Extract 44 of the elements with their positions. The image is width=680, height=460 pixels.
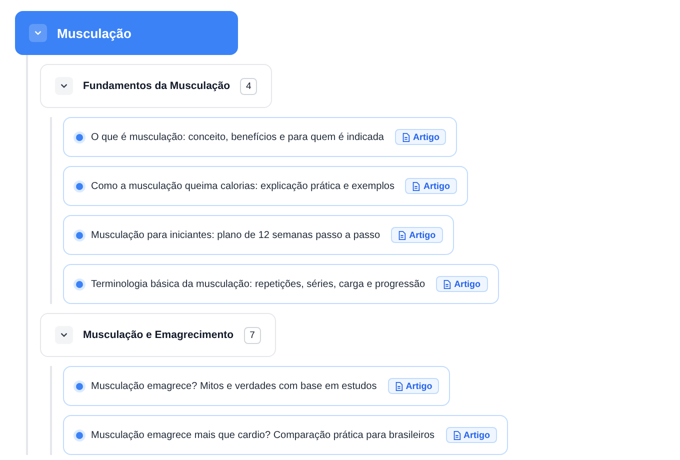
article-card[interactable]: Terminologia básica da musculação: repetições, séries, carga e progressão Artigo [63,264,499,304]
group-title: Fundamentos da Musculação [83,80,230,92]
count-badge: 7 [244,326,261,344]
article-tag: Artigo [391,227,443,243]
group-card[interactable]: Musculação e Emagrecimento 7 [40,313,276,357]
bullet-dot [76,134,83,140]
chevron-icon [60,82,68,90]
document-icon [412,182,420,190]
category-card[interactable]: Musculação [15,11,238,55]
article-card[interactable]: Musculação emagrece mais que cardio? Comparação prática para brasileiros Artigo [63,415,508,455]
count-badge: 4 [240,78,258,94]
category-title: Musculação [57,26,132,40]
article-tag: Artigo [446,427,498,443]
article-title: Musculação emagrece mais que cardio? Comparação prática para brasileiros [91,430,435,440]
article-tag: Artigo [394,129,446,145]
document-icon [443,280,452,288]
bullet-dot [76,432,83,438]
bullet-dot [76,232,83,238]
article-title: Musculação para iniciantes: plano de 12 semanas passo a passo [91,230,380,240]
toggle-button[interactable] [55,326,73,344]
article-card[interactable]: Musculação para iniciantes: plano de 12 semanas passo a passo Artigo [63,215,454,255]
bullet-dot [76,382,83,390]
bullet-dot [76,280,83,288]
document-icon [398,230,406,240]
article-tag: Artigo [436,276,488,292]
article-title: Como a musculação queima calorias: explicação prática e exemplos [91,180,394,192]
document-icon [402,132,410,142]
article-title: Musculação emagrece? Mitos e verdades com base em estudos [91,380,377,392]
article-card[interactable]: Como a musculação queima calorias: explicação prática e exemplos Artigo [63,166,468,206]
group-card[interactable]: Fundamentos da Musculação 4 [40,64,272,108]
chevron-icon [34,29,42,37]
document-icon [394,382,403,390]
article-card[interactable]: O que é musculação: conceito, benefícios e para quem é indicada Artigo [63,117,458,157]
toggle-button[interactable] [29,24,47,42]
article-card[interactable]: Musculação emagrece? Mitos e verdades com base em estudos Artigo [63,366,450,406]
article-tag: Artigo [405,178,457,194]
article-title: O que é musculação: conceito, benefícios e para quem é indicada [91,132,384,142]
bullet-dot [76,182,83,190]
document-icon [452,430,461,440]
article-title: Terminologia básica da musculação: repetições, séries, carga e progressão [91,278,426,290]
toggle-button[interactable] [55,77,73,95]
chevron-icon [60,331,68,339]
group-title: Musculação e Emagrecimento [83,329,234,341]
article-tag: Artigo [388,378,440,394]
